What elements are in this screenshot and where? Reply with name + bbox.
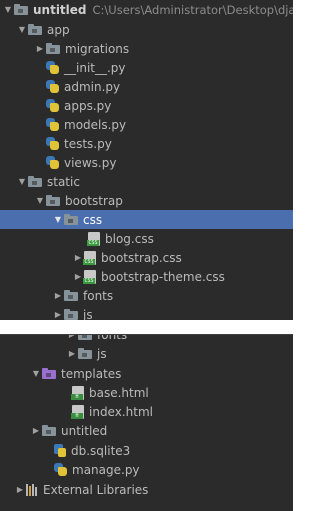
tree-item-label: apps.py	[64, 98, 112, 113]
chevron-right-icon[interactable]: ▶	[52, 286, 64, 305]
tree-item-bootstrap[interactable]: ▼ bootstrap	[0, 191, 293, 210]
chevron-right-icon[interactable]: ▶	[66, 344, 78, 363]
tree-item-label: untitled	[61, 423, 108, 438]
chevron-down-icon[interactable]: ▼	[52, 210, 64, 229]
python-file-icon	[46, 80, 59, 93]
folder-icon	[28, 175, 42, 187]
python-file-icon	[46, 61, 59, 74]
tree-item-label: bootstrap	[65, 193, 123, 208]
folder-icon	[46, 194, 60, 206]
tree-item-label: css	[83, 212, 103, 227]
project-tree-top: ▼ untitled C:\Users\Administrator\Deskto…	[0, 0, 293, 320]
tree-item-label: blog.css	[105, 231, 154, 246]
tree-item-tests-py[interactable]: tests.py	[0, 134, 293, 153]
tree-item-untitled[interactable]: ▶ untitled	[0, 421, 293, 440]
folder-icon	[64, 213, 78, 225]
tree-item-label: tests.py	[64, 136, 112, 151]
chevron-right-icon[interactable]: ▶	[14, 480, 26, 499]
chevron-right-icon[interactable]: ▶	[30, 421, 42, 440]
tree-item-init-py[interactable]: __init__.py	[0, 58, 293, 77]
database-file-icon	[54, 443, 66, 458]
folder-icon	[46, 42, 60, 54]
python-file-icon	[46, 156, 59, 169]
python-file-icon	[46, 99, 59, 112]
python-file-icon	[54, 463, 67, 476]
css-file-icon: CSS	[87, 231, 100, 246]
chevron-down-icon[interactable]: ▼	[16, 20, 28, 39]
chevron-down-icon[interactable]: ▼	[16, 172, 28, 191]
tree-item-label: base.html	[89, 385, 149, 400]
tree-item-fonts[interactable]: ▶ fonts	[0, 334, 293, 344]
tree-item-label: bootstrap-theme.css	[101, 269, 225, 284]
folder-icon	[42, 424, 56, 436]
tree-item-views-py[interactable]: views.py	[0, 153, 293, 172]
chevron-right-icon[interactable]: ▶	[52, 305, 64, 320]
tree-item-label: views.py	[64, 155, 117, 170]
tree-item-js[interactable]: ▶ js	[0, 305, 293, 321]
tree-item-label: untitled	[33, 2, 87, 17]
tree-item-models-py[interactable]: models.py	[0, 115, 293, 134]
tree-item-external-libraries[interactable]: ▶ External Libraries	[0, 480, 293, 499]
html-file-icon: H	[71, 385, 84, 400]
tree-item-fonts[interactable]: ▶ fonts	[0, 286, 293, 305]
tree-item-label: index.html	[89, 404, 153, 419]
tree-item-bootstrap-css[interactable]: ▶ CSS bootstrap.css	[0, 248, 293, 267]
chevron-right-icon[interactable]: ▶	[34, 39, 46, 58]
python-file-icon	[46, 118, 59, 131]
templates-folder-icon	[42, 367, 56, 379]
library-icon	[26, 483, 38, 496]
tree-item-label: models.py	[64, 117, 127, 132]
tree-item-app[interactable]: ▼ app	[0, 20, 293, 39]
project-tree-bottom: ▶ fonts ▶ js ▼ templates H base.html H i…	[0, 334, 293, 511]
tree-item-admin-py[interactable]: admin.py	[0, 77, 293, 96]
tree-item-label: js	[97, 346, 107, 361]
chevron-right-icon[interactable]: ▶	[66, 335, 78, 344]
folder-icon	[78, 335, 92, 340]
tree-item-css-selected[interactable]: ▼ css	[0, 210, 293, 229]
tree-item-blog-css[interactable]: CSS blog.css	[0, 229, 293, 248]
tree-item-apps-py[interactable]: apps.py	[0, 96, 293, 115]
tree-item-templates[interactable]: ▼ templates	[0, 364, 293, 383]
tree-item-migrations[interactable]: ▶ migrations	[0, 39, 293, 58]
project-path: C:\Users\Administrator\Desktop\django	[92, 2, 293, 17]
chevron-down-icon[interactable]: ▼	[2, 0, 14, 19]
tree-item-label: __init__.py	[64, 60, 126, 75]
tree-item-bootstrap-theme-css[interactable]: ▶ CSS bootstrap-theme.css	[0, 267, 293, 286]
tree-item-manage-py[interactable]: manage.py	[0, 460, 293, 479]
tree-item-static[interactable]: ▼ static	[0, 172, 293, 191]
folder-icon	[78, 347, 92, 359]
tree-item-label: fonts	[83, 288, 114, 303]
python-file-icon	[46, 137, 59, 150]
css-file-icon: CSS	[83, 269, 96, 284]
tree-item-db-sqlite3[interactable]: db.sqlite3	[0, 441, 293, 460]
tree-item-label: admin.py	[64, 79, 121, 94]
tree-item-label: External Libraries	[43, 482, 149, 497]
tree-item-base-html[interactable]: H base.html	[0, 383, 293, 402]
tree-item-label: static	[47, 174, 80, 189]
tree-item-untitled-root[interactable]: ▼ untitled C:\Users\Administrator\Deskto…	[0, 0, 293, 19]
tree-item-label: manage.py	[72, 462, 140, 477]
tree-item-label: migrations	[65, 41, 130, 56]
folder-icon	[64, 308, 78, 320]
tree-item-label: fonts	[97, 334, 128, 342]
tree-item-js[interactable]: ▶ js	[0, 344, 293, 363]
html-file-icon: H	[71, 404, 84, 419]
folder-icon	[28, 23, 42, 35]
folder-icon	[14, 3, 28, 15]
tree-item-index-html[interactable]: H index.html	[0, 402, 293, 421]
chevron-down-icon[interactable]: ▼	[30, 364, 42, 383]
tree-item-label: js	[83, 307, 93, 321]
tree-item-label: db.sqlite3	[71, 443, 131, 458]
folder-icon	[64, 289, 78, 301]
tree-item-label: app	[47, 22, 70, 37]
tree-item-label: bootstrap.css	[101, 250, 182, 265]
css-file-icon: CSS	[83, 250, 96, 265]
chevron-down-icon[interactable]: ▼	[34, 191, 46, 210]
tree-item-label: templates	[61, 366, 122, 381]
